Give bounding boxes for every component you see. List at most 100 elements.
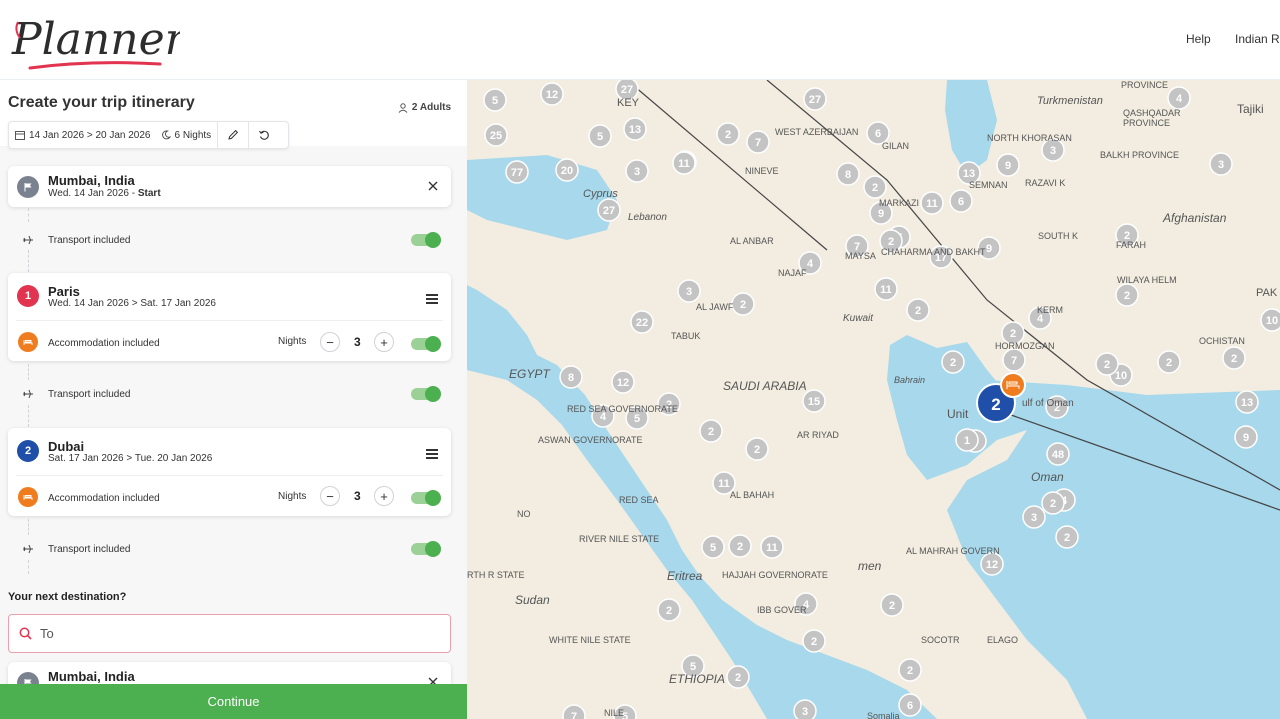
- cluster-count: 12: [546, 89, 558, 101]
- currency-selector[interactable]: Indian R: [1235, 32, 1280, 46]
- increase-nights-button[interactable]: +: [374, 332, 394, 352]
- cluster-count: 2: [811, 636, 817, 648]
- map-label: ELAGO: [987, 635, 1018, 645]
- map[interactable]: 5122725513112727772032276139311891164377…: [467, 80, 1280, 719]
- cluster-count: 6: [875, 128, 881, 140]
- map-label: BALKH PROVINCE: [1100, 150, 1179, 160]
- destination-input[interactable]: [40, 626, 420, 641]
- stop-dates: Wed. 14 Jan 2026 > Sat. 17 Jan 2026: [48, 298, 216, 309]
- cluster-count: 11: [880, 284, 892, 296]
- edit-dates-button[interactable]: [218, 122, 248, 148]
- increase-nights-button[interactable]: +: [374, 486, 394, 506]
- adults-selector[interactable]: 2 Adults: [398, 102, 451, 113]
- close-icon[interactable]: [428, 181, 438, 191]
- svg-text:Planner: Planner: [11, 14, 180, 65]
- map-label: EGYPT: [509, 367, 551, 381]
- reset-button[interactable]: [249, 122, 279, 148]
- adults-label: 2 Adults: [411, 102, 451, 113]
- flag-badge: [17, 176, 39, 198]
- divider: [16, 475, 443, 476]
- transport-toggle[interactable]: [411, 386, 441, 402]
- map-label: Unit: [947, 407, 969, 421]
- continue-button[interactable]: Continue: [0, 684, 467, 719]
- divider: [16, 320, 443, 321]
- cluster-count: 7: [755, 137, 761, 149]
- cluster-count: 11: [926, 198, 938, 210]
- map-label: IBB GOVER: [757, 605, 807, 615]
- transport-toggle[interactable]: [411, 541, 441, 557]
- plane-icon: [23, 235, 33, 245]
- cluster-count: 2: [907, 665, 913, 677]
- bed-icon: [23, 495, 33, 500]
- transport-label: Transport included: [48, 389, 131, 400]
- help-link[interactable]: Help: [1186, 32, 1211, 46]
- cluster-count: 5: [492, 95, 498, 107]
- cluster-count: 2: [950, 357, 956, 369]
- stop-number-badge: 1: [17, 285, 39, 307]
- flag-icon: [24, 183, 32, 192]
- cluster-count: 2: [725, 129, 731, 141]
- destination-search[interactable]: [8, 614, 451, 653]
- route-connector: [28, 250, 29, 272]
- cluster-count: 11: [678, 158, 690, 170]
- start-location-card[interactable]: Mumbai, India Wed. 14 Jan 2026 - Start: [8, 166, 451, 207]
- decrease-nights-button[interactable]: −: [320, 486, 340, 506]
- drag-menu-icon[interactable]: [426, 449, 438, 459]
- map-label: AL JAWF: [696, 302, 734, 312]
- route-connector: [28, 208, 29, 222]
- accommodation-label: Accommodation included: [48, 493, 160, 504]
- transport-toggle[interactable]: [411, 232, 441, 248]
- cluster-count: 2: [889, 600, 895, 612]
- cluster-count: 15: [808, 396, 820, 408]
- map-label: Kuwait: [843, 313, 874, 324]
- cluster-count: 27: [621, 84, 633, 96]
- map-label: PROVINCE: [1121, 80, 1168, 90]
- stop-card-dubai[interactable]: 2 Dubai Sat. 17 Jan 2026 > Tue. 20 Jan 2…: [8, 428, 451, 516]
- planner-logo[interactable]: Planner: [10, 8, 180, 72]
- map-label: Eritrea: [667, 569, 703, 583]
- nights-total-label: 6 Nights: [174, 129, 212, 141]
- cluster-count: 3: [634, 166, 640, 178]
- map-label: AL MAHRAH GOVERN: [906, 546, 1000, 556]
- cluster-count: 4: [807, 258, 814, 270]
- accommodation-toggle[interactable]: [411, 336, 441, 352]
- app-header: Planner Help Indian R: [0, 0, 1280, 80]
- stop-number-badge: 2: [17, 440, 39, 462]
- map-label: OCHISTAN: [1199, 336, 1245, 346]
- cluster-count: 10: [1266, 315, 1278, 327]
- cluster-count: 2: [1231, 353, 1237, 365]
- start-tag: Start: [137, 188, 161, 199]
- stop-card-paris[interactable]: 1 Paris Wed. 14 Jan 2026 > Sat. 17 Jan 2…: [8, 273, 451, 361]
- drag-menu-icon[interactable]: [426, 294, 438, 304]
- map-label: MARKAZI: [879, 198, 919, 208]
- map-label: Lebanon: [628, 212, 667, 223]
- map-label: TABUK: [671, 331, 700, 341]
- date-range-selector[interactable]: 14 Jan 2026 > 20 Jan 2026 6 Nights: [9, 122, 217, 148]
- map-label: Bahrain: [894, 375, 925, 385]
- cluster-count: 3: [686, 286, 692, 298]
- transport-label: Transport included: [48, 544, 131, 555]
- moon-icon: [161, 130, 171, 140]
- decrease-nights-button[interactable]: −: [320, 332, 340, 352]
- map-label: AR RIYAD: [797, 430, 839, 440]
- cluster-count: 4: [1176, 93, 1183, 105]
- bed-badge: [18, 487, 38, 507]
- map-label: SAUDI ARABIA: [723, 379, 807, 393]
- map-label: Afghanistan: [1162, 211, 1227, 225]
- cluster-count: 20: [561, 165, 573, 177]
- map-label: Sudan: [515, 593, 550, 607]
- route-connector: [28, 364, 29, 380]
- date-range-label: 14 Jan 2026 > 20 Jan 2026: [29, 129, 151, 141]
- accommodation-label: Accommodation included: [48, 338, 160, 349]
- search-icon: [19, 627, 32, 640]
- map-label: NINEVE: [745, 166, 779, 176]
- map-label: QASHQADAR: [1123, 108, 1181, 118]
- accommodation-toggle[interactable]: [411, 490, 441, 506]
- hotel-marker[interactable]: [1000, 372, 1026, 398]
- map-label: KEY: [617, 97, 640, 109]
- map-canvas[interactable]: 5122725513112727772032276139311891164377…: [467, 80, 1280, 719]
- map-label: PROVINCE: [1123, 118, 1170, 128]
- route-connector: [28, 560, 29, 574]
- cluster-count: 3: [1218, 159, 1224, 171]
- selected-cluster-count: 2: [991, 395, 1000, 414]
